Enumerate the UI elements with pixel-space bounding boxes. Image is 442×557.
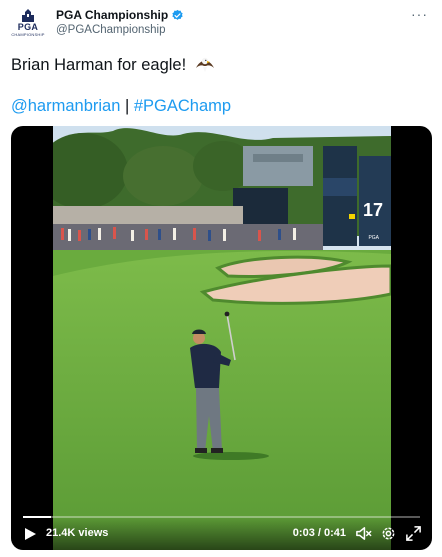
fullscreen-icon[interactable] <box>405 525 422 542</box>
verified-badge-icon <box>172 9 183 20</box>
account-avatar[interactable]: PGA CHAMPIONSHIP <box>11 6 45 40</box>
tweet-tags: @harmanbrian | #PGAChamp <box>11 97 231 116</box>
video-player[interactable]: 17 PGA 21.4K views 0:03 / 0:41 <box>11 126 432 550</box>
video-time: 0:03 / 0:41 <box>292 527 346 539</box>
play-icon[interactable] <box>23 527 37 541</box>
avatar-logo-subtext: CHAMPIONSHIP <box>11 32 45 37</box>
settings-icon[interactable] <box>380 525 397 542</box>
more-options-icon[interactable]: ··· <box>411 6 428 22</box>
video-frame: 17 PGA <box>53 126 391 550</box>
author-name-row: PGA Championship <box>56 8 184 22</box>
video-controls: 21.4K views 0:03 / 0:41 <box>11 516 432 550</box>
pga-crest-icon <box>22 9 34 22</box>
tweet-text: Brian Harman for eagle! <box>11 56 215 75</box>
eagle-emoji <box>195 57 214 72</box>
mention-link[interactable]: @harmanbrian <box>11 97 120 115</box>
view-count: 21.4K views <box>46 527 109 539</box>
video-progress-bar[interactable] <box>23 516 420 518</box>
mute-icon[interactable] <box>355 525 372 542</box>
account-handle[interactable]: @PGAChampionship <box>56 24 165 36</box>
display-name[interactable]: PGA Championship <box>56 8 168 22</box>
scoreboard-hole-number: 17 <box>363 200 383 220</box>
video-progress-fill <box>23 516 51 518</box>
scoreboard-brand: PGA <box>368 235 379 241</box>
tweet-text-body: Brian Harman for eagle! <box>11 56 187 74</box>
tweet-card: PGA CHAMPIONSHIP PGA Championship @PGACh… <box>0 0 442 557</box>
tag-separator: | <box>124 97 130 115</box>
hashtag-link[interactable]: #PGAChamp <box>134 97 231 115</box>
avatar-logo-text: PGA <box>17 22 39 32</box>
